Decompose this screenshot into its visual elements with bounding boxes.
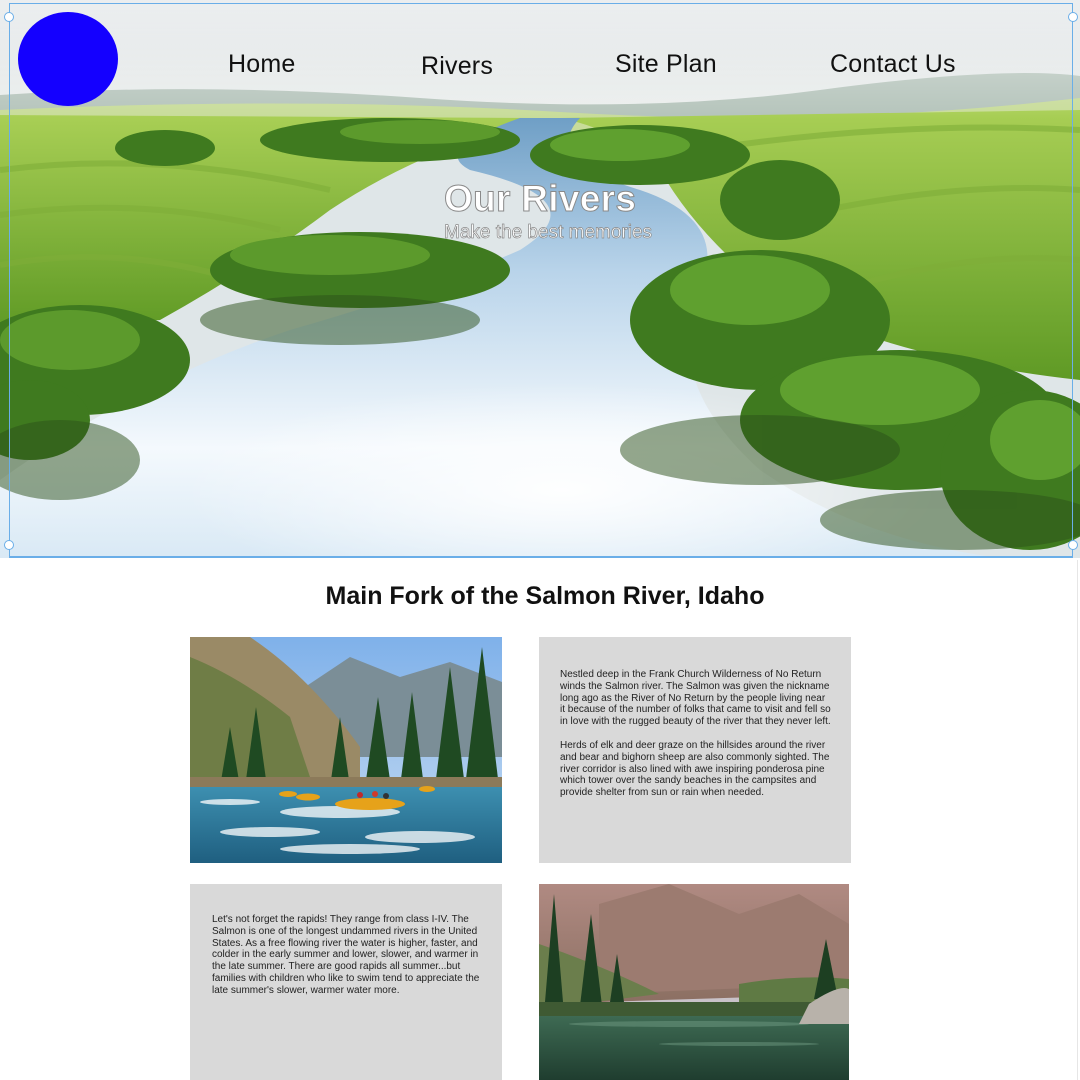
- hero-banner: Home Rivers Site Plan Contact Us Our Riv…: [0, 0, 1080, 558]
- hero-title: Our Rivers: [443, 178, 637, 220]
- canyon-river-photo: [539, 884, 849, 1080]
- resize-handle-bottom-right[interactable]: [1068, 540, 1078, 550]
- page-edge-divider: [1077, 560, 1078, 1080]
- rapids-paragraph: Let's not forget the rapids! They range …: [212, 914, 480, 996]
- rapids-text-card: Let's not forget the rapids! They range …: [190, 884, 502, 1080]
- rafting-photo: [190, 637, 502, 863]
- nav-rivers-link[interactable]: Rivers: [421, 52, 493, 81]
- intro-paragraph-1: Nestled deep in the Frank Church Wildern…: [560, 669, 831, 728]
- main-navigation: Home Rivers Site Plan Contact Us: [0, 50, 1080, 84]
- section-title: Main Fork of the Salmon River, Idaho: [325, 582, 765, 610]
- intro-paragraph-2: Herds of elk and deer graze on the hills…: [560, 739, 830, 799]
- hero-subtitle: Make the best memories: [444, 222, 653, 244]
- resize-handle-bottom-left[interactable]: [4, 540, 14, 550]
- nav-contact-link[interactable]: Contact Us: [830, 50, 956, 79]
- intro-text-card: Nestled deep in the Frank Church Wildern…: [539, 637, 851, 863]
- resize-handle-top-left[interactable]: [4, 12, 14, 22]
- resize-handle-top-right[interactable]: [1068, 12, 1078, 22]
- nav-site-plan-link[interactable]: Site Plan: [615, 50, 717, 79]
- nav-home-link[interactable]: Home: [228, 50, 296, 79]
